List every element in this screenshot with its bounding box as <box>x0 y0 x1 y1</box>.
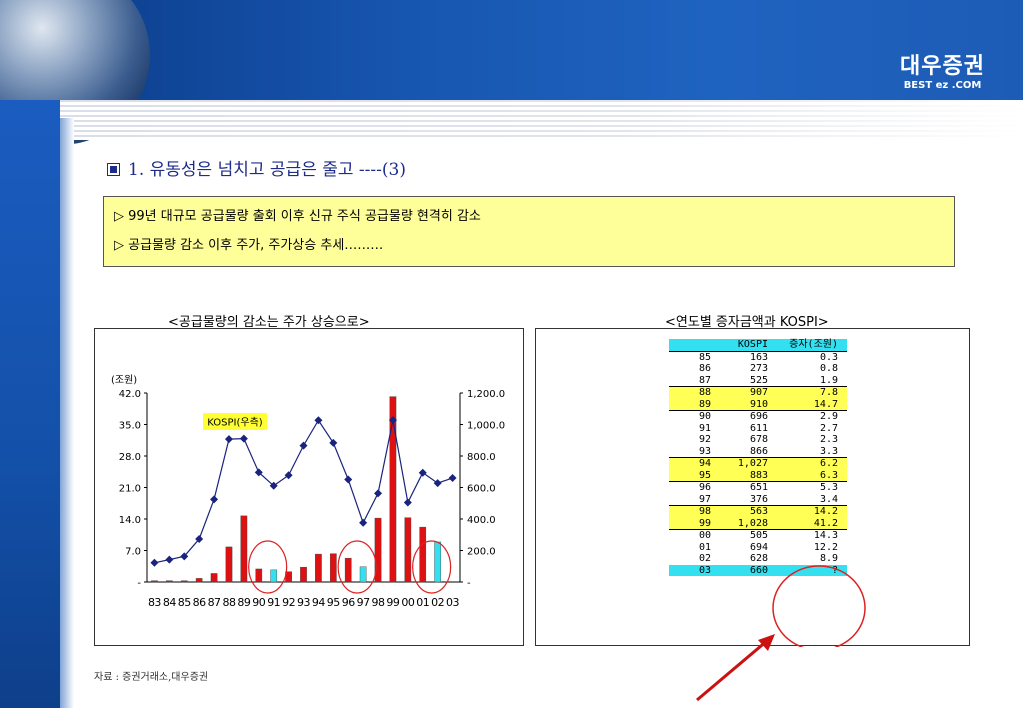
bar-94 <box>315 553 322 583</box>
header-band <box>0 0 1023 100</box>
kospi-point-01 <box>418 468 427 477</box>
highlight-circle <box>772 565 866 647</box>
highlight-circle-97 <box>337 540 377 594</box>
y-left-tick-label: - <box>137 578 141 589</box>
bar-85 <box>180 580 188 583</box>
y-left-tick-label: 14.0 <box>119 515 141 526</box>
bar-00 <box>404 517 412 583</box>
left-side-bar <box>0 100 60 708</box>
kospi-point-88 <box>224 435 233 444</box>
bar-01 <box>419 526 427 583</box>
highlight-circle-02 <box>412 540 452 594</box>
x-tick-label: 91 <box>267 596 280 609</box>
x-tick-label: 03 <box>446 596 459 609</box>
table-annotation-layer <box>772 565 866 647</box>
x-tick-label: 89 <box>237 596 250 609</box>
x-tick-label: 02 <box>431 596 444 609</box>
note-line-1: ▷ 99년 대규모 공급물량 출회 이후 신규 주식 공급물량 현격히 감소 <box>114 209 481 224</box>
highlight-circle-91 <box>248 540 288 594</box>
note-line-2: ▷ 공급물량 감소 이후 주가, 주가상승 추세……… <box>114 238 384 253</box>
y-left-tick-label: 7.0 <box>125 547 141 558</box>
kospi-point-87 <box>210 495 219 504</box>
x-tick-label: 99 <box>386 596 399 609</box>
brand-logo: 대우증권 BEST ez .COM <box>900 48 985 91</box>
bar-02 <box>434 541 441 583</box>
summary-note-box: ▷ 99년 대규모 공급물량 출회 이후 신규 주식 공급물량 현격히 감소 ▷… <box>103 196 955 267</box>
left-side-bar-gradient <box>60 118 74 708</box>
kospi-point-96 <box>344 475 353 484</box>
x-tick-label: 97 <box>357 596 370 609</box>
bullet-square-icon <box>107 163 120 176</box>
y-right-tick-label: 1,200.0 <box>467 389 505 400</box>
kospi-point-95 <box>329 438 338 447</box>
y-right-tick-label: 400.0 <box>467 515 496 526</box>
bar-89 <box>240 515 248 583</box>
y-right-tick-label: 800.0 <box>467 452 496 463</box>
x-tick-label: 87 <box>208 596 221 609</box>
y-left-tick-label: 21.0 <box>119 484 141 495</box>
kospi-point-83 <box>150 558 159 567</box>
bar-99 <box>389 396 397 583</box>
bar-88 <box>225 546 233 583</box>
left-chart-panel: (조원) - 7.0 14.0 21.0 28.0 35.0 42.0 - 200.0 400.0 6… <box>94 328 524 646</box>
y-left-tick-label: 28.0 <box>119 452 141 463</box>
bar-96 <box>344 557 352 583</box>
x-tick-label: 84 <box>163 596 176 609</box>
x-tick-label: 96 <box>342 596 355 609</box>
kospi-point-94 <box>314 416 323 425</box>
x-tick-label: 86 <box>193 596 206 609</box>
kospi-point-03 <box>448 474 457 483</box>
kospi-point-98 <box>374 489 383 498</box>
kospi-point-93 <box>299 441 308 450</box>
bar-90 <box>255 568 263 583</box>
x-tick-label: 01 <box>416 596 429 609</box>
brand-subtitle: BEST ez .COM <box>903 80 982 91</box>
x-tick-label: 88 <box>222 596 235 609</box>
x-tick-label: 94 <box>312 596 325 609</box>
kospi-point-97 <box>359 518 368 527</box>
bar-84 <box>166 580 173 583</box>
x-tick-label: 98 <box>372 596 385 609</box>
slide-title-text: 1. 유동성은 넘치고 공급은 줄고 ----(3) <box>128 160 406 180</box>
x-tick-label: 90 <box>252 596 265 609</box>
x-tick-label: 95 <box>327 596 340 609</box>
bar-91 <box>270 569 278 583</box>
kospi-point-89 <box>239 434 248 443</box>
bar-83 <box>151 580 158 583</box>
x-tick-label: 00 <box>401 596 414 609</box>
kospi-point-84 <box>165 555 174 564</box>
legend-label: KOSPI(우측) <box>207 417 263 429</box>
x-tick-label: 85 <box>178 596 191 609</box>
pointer-arrow-line <box>696 638 769 702</box>
brand-name: 대우증권 <box>900 54 985 79</box>
header-streak-fade <box>0 100 1023 140</box>
x-tick-label: 92 <box>282 596 295 609</box>
x-tick-label: 93 <box>297 596 310 609</box>
combo-chart: (조원) - 7.0 14.0 21.0 28.0 35.0 42.0 - 200.0 400.0 6… <box>111 374 505 609</box>
bar-87 <box>210 573 218 583</box>
bar-86 <box>195 578 203 583</box>
y-left-tick-label: 35.0 <box>119 421 141 432</box>
y-axis-unit-label: (조원) <box>111 374 137 386</box>
bar-97 <box>359 566 367 583</box>
y-right-tick-label: - <box>467 578 471 589</box>
kospi-point-92 <box>284 471 293 480</box>
kospi-point-02 <box>433 479 442 488</box>
x-tick-label: 83 <box>148 596 161 609</box>
y-right-tick-label: 1,000.0 <box>467 421 505 432</box>
right-table-panel: KOSPI 증자(조원) 85 163 0.3 86 273 0.8 87 525 1.9 88 907… <box>535 328 970 647</box>
source-note: 자료 : 증권거래소,대우증권 <box>94 672 209 683</box>
y-right-tick-label: 600.0 <box>467 484 496 495</box>
slide-title: 1. 유동성은 넘치고 공급은 줄고 ----(3) <box>107 155 406 180</box>
y-left-tick-label: 42.0 <box>119 389 141 400</box>
bar-93 <box>300 566 307 583</box>
kospi-point-00 <box>403 498 412 507</box>
bar-95 <box>329 553 337 583</box>
y-right-tick-label: 200.0 <box>467 547 496 558</box>
